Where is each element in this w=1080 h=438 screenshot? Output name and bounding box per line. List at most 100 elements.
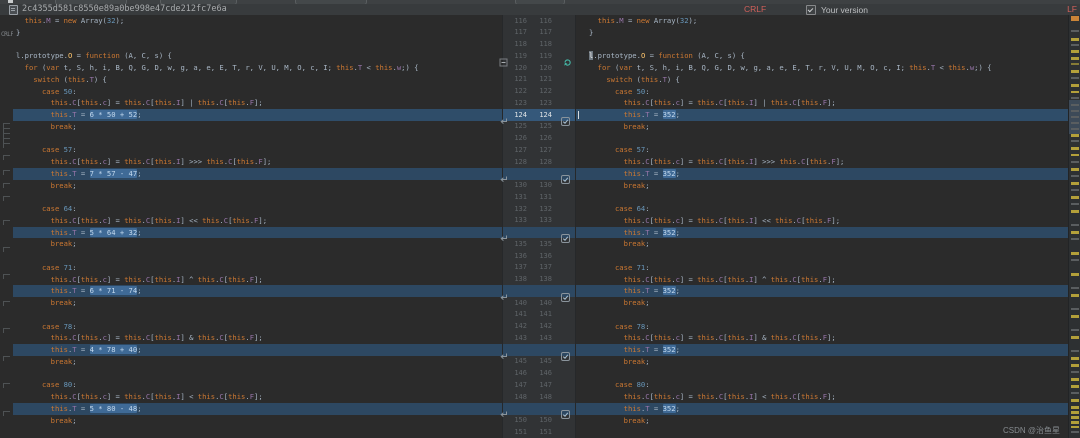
code-line[interactable] — [13, 368, 502, 380]
code-line[interactable]: this.T = 352; — [576, 226, 1068, 239]
code-line[interactable]: this.T = 5 * 64 + 32; — [13, 226, 502, 239]
code-line[interactable] — [576, 39, 1068, 51]
stripe-mark[interactable] — [1071, 238, 1079, 240]
stripe-mark[interactable] — [1071, 44, 1079, 46]
apply-change-button[interactable] — [499, 169, 508, 183]
stripe-mark[interactable] — [1071, 161, 1079, 163]
warning-stripe-mark[interactable] — [1071, 38, 1079, 41]
warning-stripe-mark[interactable] — [1071, 252, 1079, 255]
warning-stripe-mark[interactable] — [1071, 411, 1079, 414]
warning-stripe-mark[interactable] — [1071, 147, 1079, 150]
code-line[interactable]: l.prototype.O = function (A, C, s) { — [576, 50, 1068, 62]
code-line[interactable]: this.C[this.c] = this.C[this.I] >>> this… — [13, 156, 502, 168]
resolve-checkbox-icon[interactable] — [561, 346, 570, 361]
stripe-mark[interactable] — [1071, 203, 1079, 205]
code-line[interactable]: break; — [576, 180, 1068, 192]
code-line[interactable] — [13, 250, 502, 262]
stripe-mark[interactable] — [1071, 329, 1079, 331]
warning-stripe-mark[interactable] — [1071, 84, 1079, 87]
stripe-mark[interactable] — [1071, 97, 1079, 99]
code-line[interactable] — [13, 309, 502, 321]
code-line[interactable]: } — [576, 27, 1068, 39]
code-line[interactable]: this.C[this.c] = this.C[this.I] < this.C… — [13, 391, 502, 403]
code-line[interactable]: } — [13, 27, 502, 39]
navigate-icon[interactable] — [563, 52, 572, 66]
code-line[interactable]: case 50: — [576, 86, 1068, 98]
code-line[interactable]: break; — [576, 121, 1068, 133]
code-line[interactable]: this.C[this.c] = this.C[this.I] & this.C… — [576, 332, 1068, 344]
apply-change-button[interactable] — [499, 228, 508, 241]
stripe-mark[interactable] — [1071, 308, 1079, 310]
code-line[interactable]: break; — [576, 415, 1068, 427]
warning-stripe-mark[interactable] — [1071, 154, 1079, 156]
code-line[interactable]: case 64: — [13, 203, 502, 215]
apply-change-button[interactable] — [499, 287, 508, 300]
warning-stripe-mark[interactable] — [1071, 336, 1079, 339]
warning-stripe-mark[interactable] — [1071, 385, 1079, 388]
your-version-checkbox[interactable]: Your version — [806, 4, 868, 15]
code-line[interactable]: this.M = new Array(32); — [13, 15, 502, 27]
right-code-pane[interactable]: this.M = new Array(32);} l.prototype.O = … — [576, 15, 1068, 438]
stripe-mark[interactable] — [1071, 175, 1079, 177]
code-line[interactable] — [576, 368, 1068, 380]
stripe-mark[interactable] — [1071, 431, 1079, 433]
warning-stripe-mark[interactable] — [1071, 70, 1079, 73]
code-line[interactable]: break; — [576, 238, 1068, 250]
code-line[interactable]: break; — [13, 415, 502, 427]
code-line[interactable]: case 80: — [576, 379, 1068, 391]
code-line[interactable]: case 57: — [13, 144, 502, 156]
code-line[interactable]: break; — [13, 121, 502, 133]
code-line[interactable]: this.C[this.c] = this.C[this.I] | this.C… — [576, 97, 1068, 109]
code-line[interactable]: this.T = 352; — [576, 109, 1068, 121]
code-line[interactable]: case 57: — [576, 144, 1068, 156]
code-line[interactable]: this.T = 7 * 57 - 47; — [13, 167, 502, 180]
stripe-mark[interactable] — [1071, 116, 1079, 118]
stripe-mark[interactable] — [1071, 77, 1079, 79]
code-line[interactable]: break; — [13, 238, 502, 250]
code-line[interactable]: this.C[this.c] = this.C[this.I] < this.C… — [576, 391, 1068, 403]
resolve-checkbox-icon[interactable] — [561, 228, 570, 243]
code-line[interactable] — [13, 426, 502, 438]
code-line[interactable] — [13, 39, 502, 51]
apply-change-button[interactable] — [499, 346, 508, 359]
code-line[interactable]: this.M = new Array(32); — [576, 15, 1068, 27]
code-line[interactable]: for (var t, S, h, i, B, Q, G, D, w, g, a… — [576, 62, 1068, 74]
stripe-mark[interactable] — [1071, 189, 1079, 191]
warning-stripe-mark[interactable] — [1071, 426, 1079, 428]
stripe-mark[interactable] — [1071, 110, 1079, 112]
code-line[interactable]: switch (this.T) { — [576, 74, 1068, 86]
code-line[interactable]: this.C[this.c] = this.C[this.I] << this.… — [13, 215, 502, 227]
warning-stripe-mark[interactable] — [1071, 231, 1079, 234]
resolve-checkbox-icon[interactable] — [561, 287, 570, 302]
error-stripe-scrollbar[interactable] — [1068, 15, 1080, 438]
stripe-mark[interactable] — [1071, 30, 1079, 32]
code-line[interactable]: case 64: — [576, 203, 1068, 215]
left-line-ending-label[interactable]: CRLF — [744, 4, 766, 15]
code-line[interactable] — [576, 250, 1068, 262]
left-code-pane[interactable]: this.M = new Array(32);} l.prototype.O = … — [13, 15, 502, 438]
warning-stripe-mark[interactable] — [1071, 357, 1079, 360]
warning-stripe-mark[interactable] — [1071, 50, 1079, 53]
warning-stripe-mark[interactable] — [1071, 16, 1079, 21]
stripe-mark[interactable] — [1071, 122, 1079, 124]
code-line[interactable]: case 50: — [13, 86, 502, 98]
code-line[interactable]: this.C[this.c] = this.C[this.I] | this.C… — [13, 97, 502, 109]
code-line[interactable] — [576, 309, 1068, 321]
code-line[interactable]: break; — [13, 297, 502, 309]
stripe-mark[interactable] — [1071, 287, 1079, 289]
code-line[interactable]: break; — [576, 356, 1068, 368]
code-line[interactable]: l.prototype.O = function (A, C, s) { — [13, 50, 502, 62]
stripe-mark[interactable] — [1071, 104, 1079, 106]
code-line[interactable] — [13, 133, 502, 145]
code-line[interactable]: this.T = 5 * 80 - 48; — [13, 402, 502, 415]
code-line[interactable]: break; — [576, 297, 1068, 309]
code-line[interactable]: for (var t, S, h, i, B, Q, G, D, w, g, a… — [13, 62, 502, 74]
code-line[interactable]: case 78: — [576, 321, 1068, 333]
code-line[interactable]: this.T = 352; — [576, 402, 1068, 415]
code-line[interactable]: this.T = 352; — [576, 344, 1068, 356]
code-line[interactable]: case 71: — [13, 262, 502, 274]
code-line[interactable]: this.T = 6 * 50 + 52; — [13, 109, 502, 121]
code-line[interactable]: this.C[this.c] = this.C[this.I] ^ this.C… — [13, 274, 502, 286]
warning-stripe-mark[interactable] — [1071, 416, 1079, 419]
apply-change-button[interactable] — [499, 404, 508, 418]
